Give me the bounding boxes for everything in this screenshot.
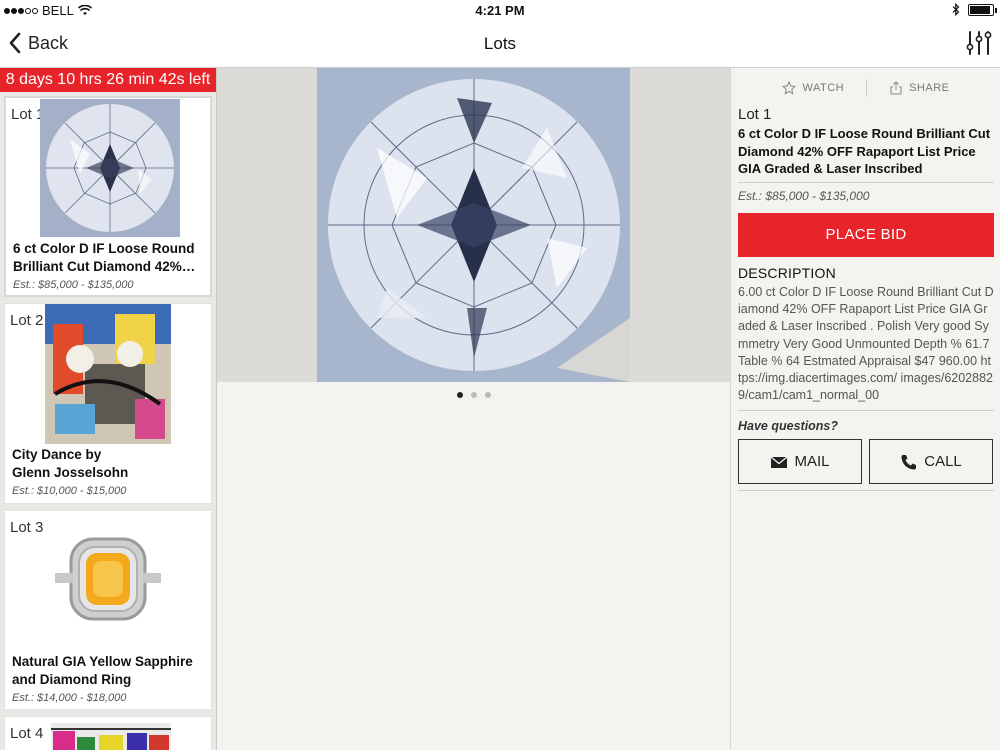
lot-title: 6 ct Color D IF Loose Round Brilliant Cu… [738,126,991,176]
action-row: WATCH SHARE [731,78,1000,98]
filter-sliders-icon[interactable] [966,29,992,57]
lot-title: 6 ct Color D IF Loose Round Brilliant Cu… [13,241,196,274]
lot-card-2[interactable]: Lot 2 City Dance by Glenn Josselsohn Est… [4,303,212,504]
divider [738,490,994,491]
lot-estimate: Est.: $85,000 - $135,000 [13,279,134,291]
lot-3-thumbnail [53,527,163,639]
watch-label: WATCH [802,82,845,94]
watch-button[interactable]: WATCH [760,81,866,95]
share-button[interactable]: SHARE [867,81,971,95]
lot-2-thumbnail [45,304,171,444]
description-text: 6.00 ct Color D IF Loose Round Brilliant… [738,285,994,403]
divider [738,182,994,183]
lot-title: City Dance by Glenn Josselsohn [12,447,129,480]
questions-label: Have questions? [738,419,839,433]
image-pager[interactable] [217,392,730,398]
lot-number: Lot 2 [10,312,44,329]
lot-card-1[interactable]: Lot 1 6 ct Color D IF Loose Round Brilli… [4,96,212,297]
call-label: CALL [924,453,962,470]
place-bid-button[interactable]: PLACE BID [738,213,994,257]
star-icon [782,81,797,95]
lot-card-4[interactable]: Lot 4 [4,716,212,750]
lot-1-thumbnail [40,99,180,237]
battery-icon [968,3,997,16]
lots-sidebar: 8 days 10 hrs 26 min 42s left Lot 1 6 ct… [0,68,217,750]
share-icon [890,81,902,95]
lot-detail-panel: WATCH SHARE Lot 1 6 ct Color D IF Loose … [730,68,1000,750]
image-gallery [217,68,730,750]
description-heading: DESCRIPTION [738,265,836,281]
mail-label: MAIL [794,453,830,470]
navigation-bar: Back Lots [0,20,1000,68]
phone-icon [901,454,917,469]
pager-dot[interactable] [470,392,477,398]
lot-card-3[interactable]: Lot 3 Natural GIA Yellow Sapphire and Di… [4,510,212,710]
mail-icon [771,455,788,468]
countdown-banner: 8 days 10 hrs 26 min 42s left [0,68,216,92]
status-bar: BELL 4:21 PM [0,0,1000,20]
share-label: SHARE [909,82,950,94]
pager-dot[interactable] [484,392,491,398]
pager-dot[interactable] [456,392,463,398]
lot-title: Natural GIA Yellow Sapphire and Diamond … [12,654,193,687]
bluetooth-icon [952,3,960,16]
clock: 4:21 PM [475,3,525,18]
divider [738,410,994,411]
page-title: Lots [483,34,517,53]
lot-estimate: Est.: $10,000 - $15,000 [12,485,127,497]
lot-number: Lot 3 [10,519,44,536]
mail-button[interactable]: MAIL [738,439,862,484]
lot-number: Lot 4 [10,725,44,742]
call-button[interactable]: CALL [869,439,993,484]
lot-4-thumbnail [51,723,171,750]
lot-estimate: Est.: $85,000 - $135,000 [738,189,870,203]
lot-label: Lot 1 [738,106,772,123]
status-right [952,3,997,16]
lot-main-image[interactable] [317,68,630,382]
lot-estimate: Est.: $14,000 - $18,000 [12,692,127,704]
